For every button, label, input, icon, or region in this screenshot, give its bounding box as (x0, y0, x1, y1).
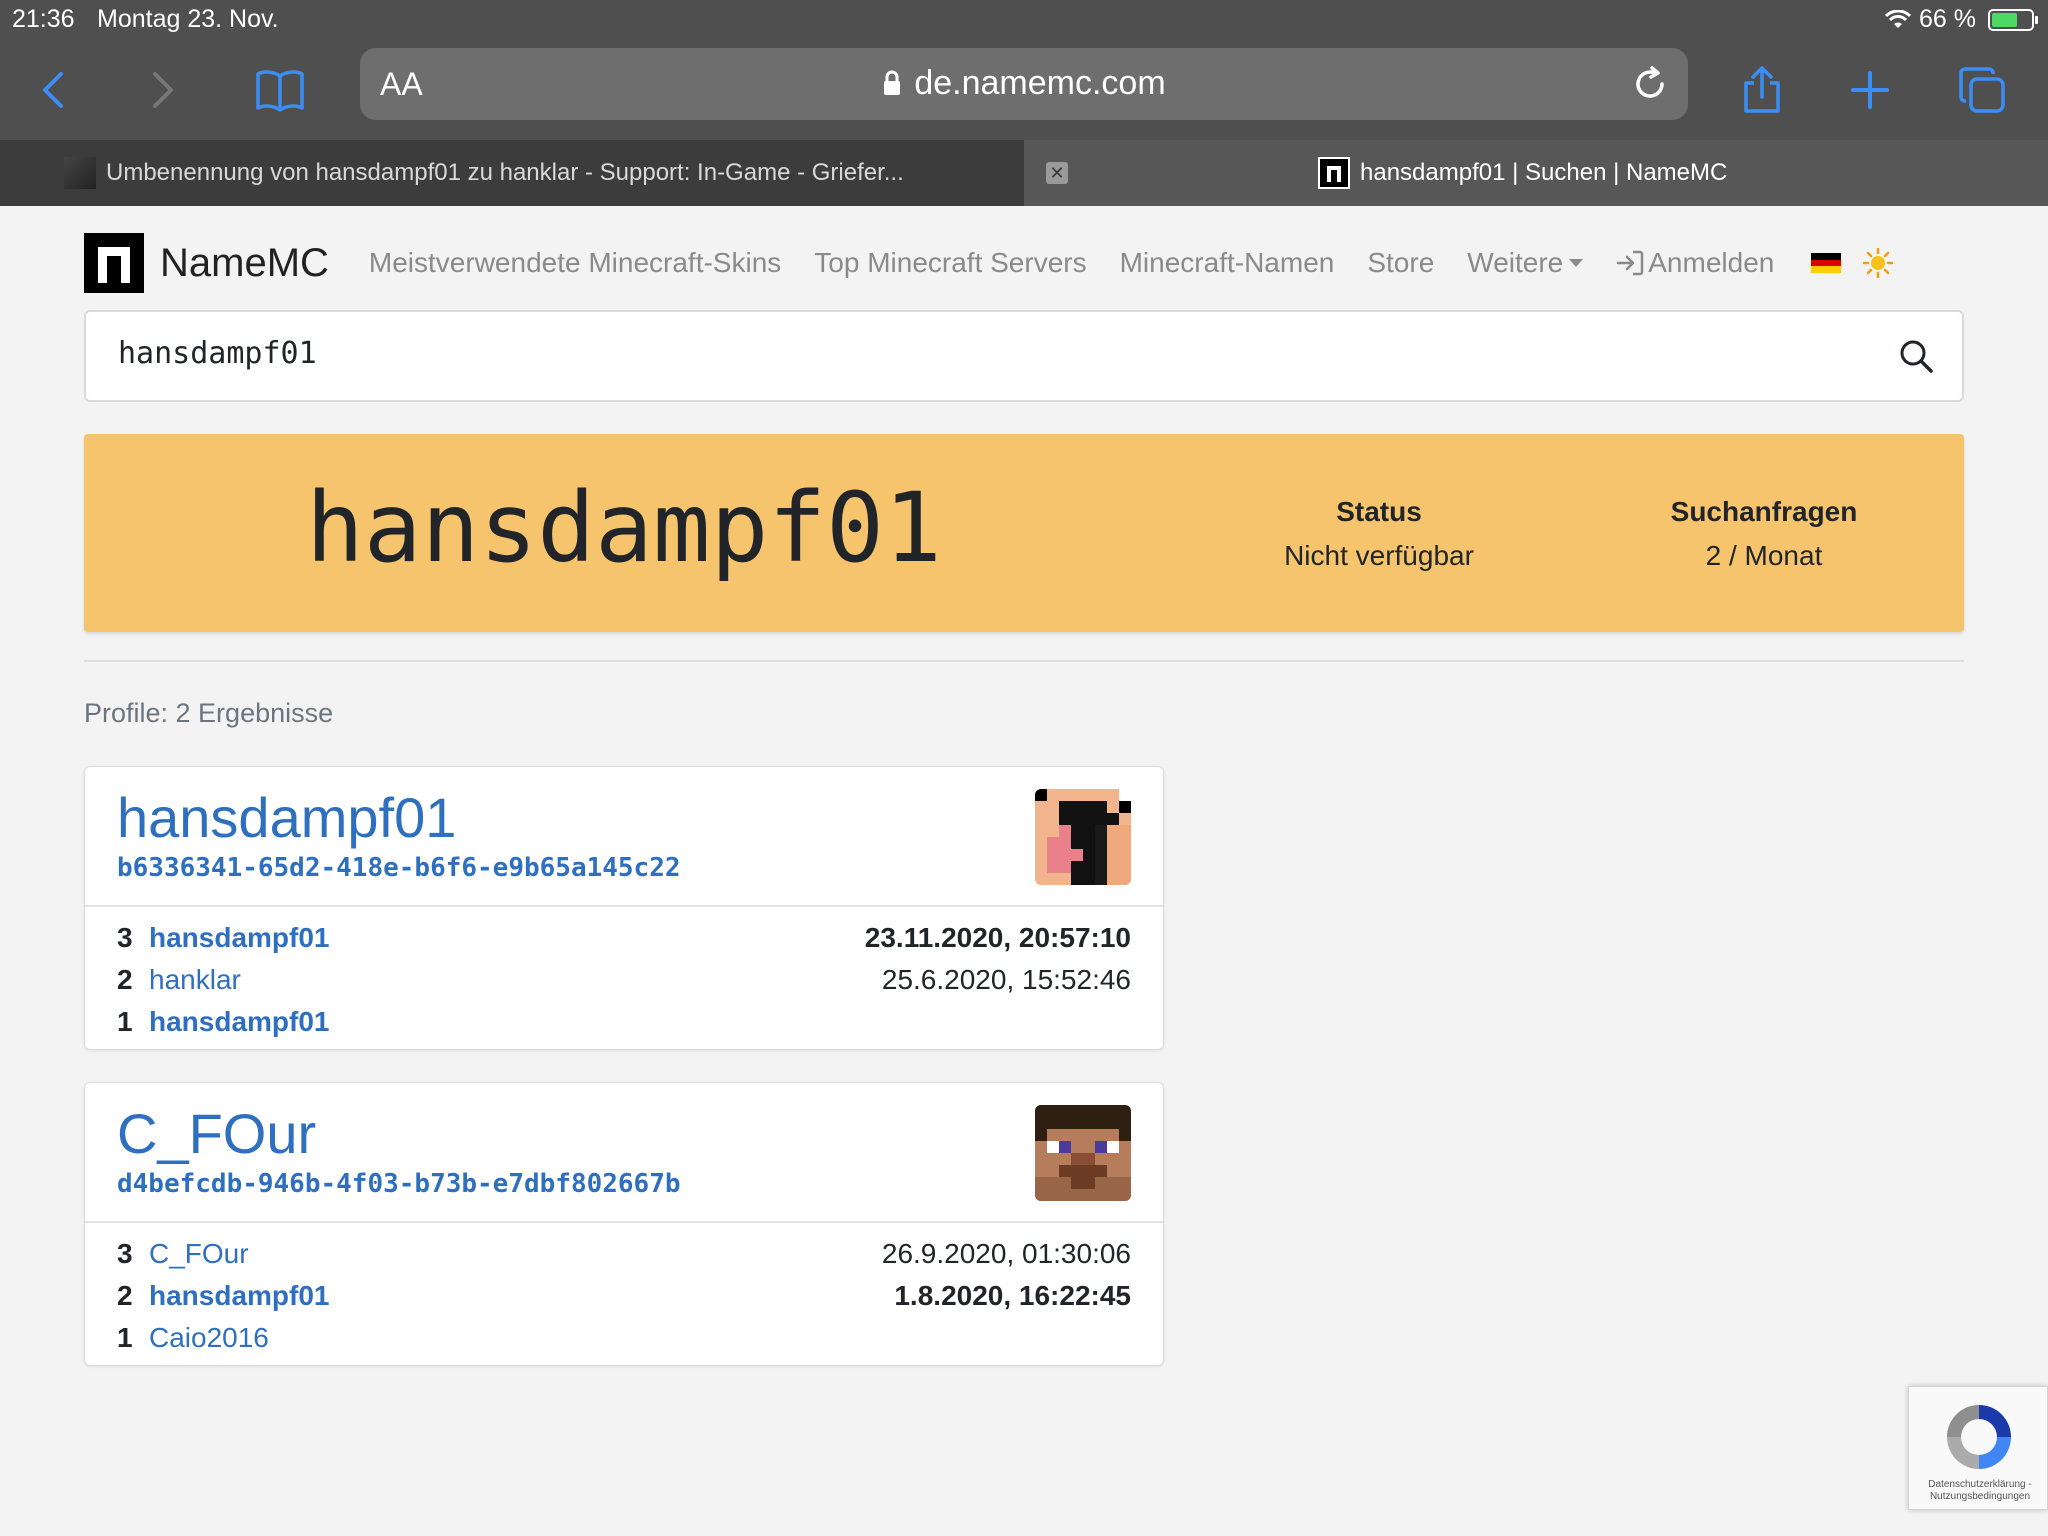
browser-toolbar: AA de.namemc.com (0, 40, 2048, 140)
history-row: 1 Caio2016 (117, 1317, 1131, 1359)
theme-toggle-sun-icon[interactable] (1863, 248, 1894, 278)
login-icon (1617, 250, 1644, 276)
close-tab-icon[interactable]: ✕ (1046, 162, 1068, 184)
profile-card: C_FOur d4befcdb-946b-4f03-b73b-e7dbf8026… (84, 1082, 1164, 1366)
recaptcha-logo-icon (1947, 1405, 2011, 1469)
history-name-link[interactable]: Caio2016 (149, 1322, 269, 1354)
recaptcha-badge[interactable]: Datenschutzerklärung - Nutzungsbedingung… (1908, 1386, 2048, 1510)
history-date: 26.9.2020, 01:30:06 (881, 1238, 1131, 1269)
status-stat: Status Nicht verfügbar (1264, 496, 1494, 572)
page-content: NameMC Meistverwendete Minecraft-Skins T… (0, 206, 2048, 1536)
result-count: Profile: 2 Ergebnisse (84, 698, 334, 728)
address-bar[interactable]: AA de.namemc.com (360, 48, 1688, 120)
nav-link-skins[interactable]: Meistverwendete Minecraft-Skins (369, 247, 781, 279)
status-right: 66 % (1885, 5, 2038, 34)
status-label: Status (1336, 496, 1422, 527)
url-display[interactable]: de.namemc.com (360, 64, 1688, 103)
searches-value: 2 / Monat (1705, 540, 1823, 571)
wifi-icon (1885, 9, 1912, 28)
namemc-favicon (1318, 157, 1350, 189)
nav-link-servers[interactable]: Top Minecraft Servers (814, 247, 1086, 279)
history-name-link[interactable]: hansdampf01 (149, 922, 330, 954)
nav-links: Meistverwendete Minecraft-Skins Top Mine… (369, 247, 1807, 279)
top-nav: NameMC Meistverwendete Minecraft-Skins T… (84, 228, 1964, 298)
lock-icon (884, 70, 901, 95)
tab-namemc[interactable]: hansdampf01 | Suchen | NameMC (1024, 140, 2048, 206)
history-number: 2 (117, 964, 133, 995)
history-name-link[interactable]: hansdampf01 (149, 1006, 330, 1038)
history-date: 23.11.2020, 20:57:10 (864, 922, 1131, 953)
login-label: Anmelden (1648, 247, 1775, 278)
status-date: Montag 23. Nov. (97, 5, 279, 33)
nav-link-names[interactable]: Minecraft-Namen (1120, 247, 1335, 279)
tab-favicon (64, 157, 96, 189)
history-name-link[interactable]: hansdampf01 (149, 1280, 330, 1312)
bookmarks-icon[interactable] (250, 60, 310, 120)
history-number: 1 (117, 1006, 133, 1037)
tab-bar: Umbenennung von hansdampf01 zu hanklar -… (0, 140, 2048, 206)
url-text: de.namemc.com (914, 64, 1166, 102)
nav-dropdown-more[interactable]: Weitere (1467, 247, 1584, 279)
battery-percent: 66 % (1919, 5, 1976, 33)
searches-stat: Suchanfragen 2 / Monat (1644, 496, 1884, 572)
history-row: 1 hansdampf01 (117, 1001, 1131, 1043)
search-box[interactable]: hansdampf01 (84, 310, 1964, 402)
login-link[interactable]: Anmelden (1616, 247, 1774, 279)
tab-title: hansdampf01 | Suchen | NameMC (1360, 159, 1728, 186)
history-row: 3 C_FOur 26.9.2020, 01:30:06 (117, 1233, 1131, 1275)
profile-uuid-link[interactable]: b6336341-65d2-418e-b6f6-e9b65a145c22 (117, 853, 681, 883)
history-number: 2 (117, 1280, 133, 1311)
history-date: 25.6.2020, 15:52:46 (881, 964, 1131, 995)
profile-name-link[interactable]: hansdampf01 (117, 785, 456, 850)
history-date: 1.8.2020, 16:22:45 (894, 1280, 1131, 1311)
history-number: 1 (117, 1322, 133, 1353)
skin-avatar[interactable] (1035, 789, 1131, 885)
recaptcha-links[interactable]: Datenschutzerklärung - Nutzungsbedingung… (1917, 1479, 2043, 1503)
name-availability-card: hansdampf01 Status Nicht verfügbar Sucha… (84, 434, 1964, 632)
namemc-logo-icon (84, 233, 144, 293)
brand-name: NameMC (160, 240, 329, 285)
profile-name-link[interactable]: C_FOur (117, 1101, 316, 1166)
search-input[interactable]: hansdampf01 (118, 336, 317, 371)
new-tab-icon[interactable] (1840, 60, 1900, 120)
searches-label: Suchanfragen (1670, 496, 1858, 527)
history-row: 3 hansdampf01 23.11.2020, 20:57:10 (117, 917, 1131, 959)
battery-icon (1988, 8, 2038, 31)
share-icon[interactable] (1732, 60, 1792, 120)
history-name-link[interactable]: C_FOur (149, 1238, 249, 1270)
profile-card: hansdampf01 b6336341-65d2-418e-b6f6-e9b6… (84, 766, 1164, 1050)
nav-link-store[interactable]: Store (1367, 247, 1434, 279)
divider (84, 660, 1964, 662)
history-row: 2 hansdampf01 1.8.2020, 16:22:45 (117, 1275, 1131, 1317)
profile-card-header: hansdampf01 b6336341-65d2-418e-b6f6-e9b6… (85, 767, 1163, 907)
tab-title: Umbenennung von hansdampf01 zu hanklar -… (106, 159, 904, 186)
name-history: 3 hansdampf01 23.11.2020, 20:57:10 2 hankl… (85, 907, 1163, 1043)
tab-griefer[interactable]: Umbenennung von hansdampf01 zu hanklar -… (0, 140, 1024, 206)
forward-icon[interactable] (132, 60, 192, 120)
search-icon[interactable] (1898, 338, 1934, 374)
brand-link[interactable]: NameMC (84, 233, 329, 293)
caret-down-icon (1569, 259, 1584, 267)
status-time: 21:36 (12, 5, 75, 33)
profile-uuid-link[interactable]: d4befcdb-946b-4f03-b73b-e7dbf802667b (117, 1169, 681, 1199)
german-flag-icon[interactable] (1811, 253, 1842, 274)
history-number: 3 (117, 922, 133, 953)
tabs-overview-icon[interactable] (1952, 60, 2012, 120)
name-history: 3 C_FOur 26.9.2020, 01:30:06 2 hansdampf01… (85, 1223, 1163, 1359)
skin-avatar[interactable] (1035, 1105, 1131, 1201)
history-number: 3 (117, 1238, 133, 1269)
status-value: Nicht verfügbar (1284, 540, 1474, 571)
back-icon[interactable] (24, 60, 84, 120)
ios-status-bar: 21:36 Montag 23. Nov. 66 % (0, 0, 2048, 40)
nav-link-more-label: Weitere (1467, 247, 1564, 278)
history-name-link[interactable]: hanklar (149, 964, 241, 996)
reload-icon[interactable] (1632, 66, 1668, 102)
searched-name: hansdampf01 (306, 472, 942, 584)
profile-card-header: C_FOur d4befcdb-946b-4f03-b73b-e7dbf8026… (85, 1083, 1163, 1223)
history-row: 2 hanklar 25.6.2020, 15:52:46 (117, 959, 1131, 1001)
